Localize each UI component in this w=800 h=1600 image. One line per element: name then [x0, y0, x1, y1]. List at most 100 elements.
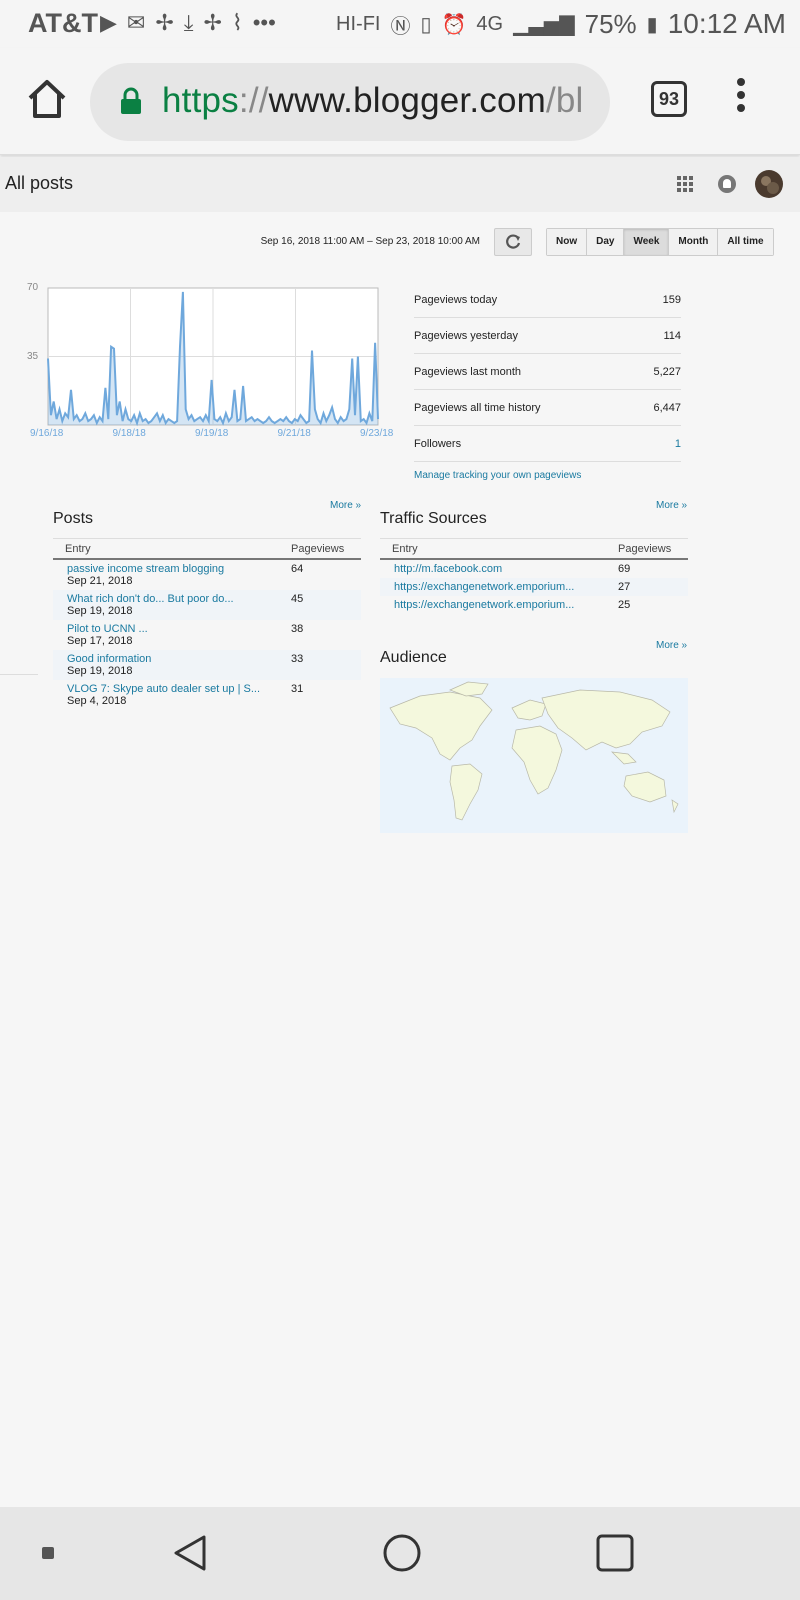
posts-table: Entry Pageviews passive income stream bl… [53, 538, 361, 710]
post-date: Sep 4, 2018 [67, 695, 127, 707]
lock-icon [121, 87, 141, 114]
recents-icon[interactable] [595, 1533, 635, 1573]
battery-icon: ▮ [646, 13, 658, 36]
stat-label: Pageviews yesterday [414, 329, 518, 342]
post-pageviews: 31 [291, 683, 304, 695]
audience-world-map [380, 678, 688, 833]
date-range: Sep 16, 2018 11:00 AM – Sep 23, 2018 10:… [260, 236, 480, 247]
download-icon: ⤓ [183, 10, 194, 35]
traffic-source-link[interactable]: http://m.facebook.com [394, 563, 618, 575]
back-icon[interactable] [170, 1533, 210, 1573]
stat-row: Pageviews last month 5,227 [414, 354, 681, 390]
post-date: Sep 19, 2018 [67, 665, 133, 677]
home-nav-icon[interactable] [382, 1533, 422, 1573]
broom-icon: ⌇ [231, 10, 243, 35]
traffic-source-link[interactable]: https://exchangenetwork.emporium... [394, 581, 618, 593]
stat-row: Pageviews all time history 6,447 [414, 390, 681, 426]
x-tick-label: 9/16/18 [30, 428, 64, 439]
more-menu-icon[interactable] [736, 78, 746, 118]
pinwheel-icon: ✢ [155, 10, 174, 35]
pinwheel-icon: ✢ [203, 10, 222, 35]
stat-label: Pageviews all time history [414, 401, 541, 414]
menu-dot-icon[interactable] [42, 1547, 54, 1559]
traffic-source-link[interactable]: https://exchangenetwork.emporium... [394, 599, 618, 611]
stat-label: Pageviews today [414, 293, 498, 306]
stat-label: Pageviews last month [414, 365, 521, 378]
audience-title: Audience [380, 649, 447, 666]
system-icons: HI-FI Ⓝ ▯ ⏰ 4G ▁▃▅▇ 75% ▮ 10:12 AM [336, 8, 786, 40]
overflow-icon: ••• [252, 10, 276, 35]
signal-icon: ▁▃▅▇ [513, 13, 575, 36]
post-title-link[interactable]: Good information [67, 653, 291, 665]
hifi-icon: HI-FI [336, 12, 381, 35]
refresh-button[interactable] [494, 228, 532, 256]
post-date: Sep 21, 2018 [67, 575, 133, 587]
traffic-title: Traffic Sources [380, 510, 487, 527]
table-row: What rich don't do... But poor do... Sep … [53, 590, 361, 620]
network-type-icon: 4G [476, 12, 504, 35]
divider [0, 674, 38, 675]
alarm-icon: ⏰ [441, 13, 467, 36]
posts-col-pageviews: Pageviews [291, 538, 361, 560]
home-icon[interactable] [26, 78, 68, 120]
nfc-icon: Ⓝ [390, 15, 411, 38]
address-bar[interactable]: https://www.blogger.com/bl [90, 63, 610, 141]
y-tick-label: 35 [27, 350, 39, 362]
post-title-link[interactable]: passive income stream blogging [67, 563, 291, 575]
play-icon: ▶ [100, 10, 117, 35]
post-pageviews: 33 [291, 650, 361, 680]
x-tick-label: 9/19/18 [195, 428, 229, 439]
post-date: Sep 19, 2018 [67, 605, 133, 617]
world-map-icon [389, 681, 679, 821]
refresh-icon [506, 234, 521, 249]
notification-icons: ▶ ✉ ✢ ⤓ ✢ ⌇ ••• [100, 10, 276, 36]
status-bar: AT&T ▶ ✉ ✢ ⤓ ✢ ⌇ ••• HI-FI Ⓝ ▯ ⏰ 4G ▁▃▅▇… [0, 0, 800, 48]
notifications-icon[interactable] [718, 175, 736, 193]
post-title-link[interactable]: VLOG 7: Skype auto dealer set up | S... [67, 683, 291, 695]
stat-value: 114 [663, 329, 681, 342]
battery-percent: 75% [584, 8, 637, 39]
x-tick-label: 9/23/18 [360, 428, 394, 439]
stat-row: Followers 1 [414, 426, 681, 462]
table-row: Pilot to UCNN ... Sep 17, 2018 38 [53, 620, 361, 650]
carrier-label: AT&T [28, 8, 98, 38]
stat-label: Followers [414, 437, 462, 450]
post-pageviews: 38 [291, 623, 304, 635]
table-row: Good information Sep 19, 2018 33 [53, 650, 361, 680]
manage-tracking-link[interactable]: Manage tracking your own pageviews [414, 470, 581, 481]
post-pageviews: 45 [291, 590, 361, 620]
traffic-col-pageviews: Pageviews [618, 538, 688, 560]
period-all-time-button[interactable]: All time [718, 229, 773, 255]
stat-row: Pageviews today 159 [414, 282, 681, 318]
stat-value: 5,227 [653, 365, 681, 378]
tab-switcher-button[interactable]: 93 [651, 81, 687, 117]
table-row: passive income stream blogging Sep 21, 20… [53, 559, 361, 590]
stat-value[interactable]: 1 [675, 438, 681, 450]
mail-icon: ✉ [126, 10, 146, 35]
post-title-link[interactable]: Pilot to UCNN ... [67, 623, 291, 635]
traffic-col-entry: Entry [380, 538, 618, 560]
traffic-pageviews: 27 [618, 578, 688, 596]
period-day-button[interactable]: Day [587, 229, 625, 255]
apps-grid-icon[interactable] [677, 176, 693, 192]
avatar[interactable] [755, 170, 783, 198]
posts-more-link[interactable]: More » [330, 500, 361, 511]
page-title: All posts [5, 173, 74, 193]
traffic-table: Entry Pageviews http://m.facebook.com 69 h… [380, 538, 688, 614]
table-row: VLOG 7: Skype auto dealer set up | S... S… [53, 680, 361, 710]
pageview-stats: Pageviews today 159 Pageviews yesterday 114… [414, 282, 681, 462]
post-title-link[interactable]: What rich don't do... But poor do... [67, 593, 291, 605]
url-text: https://www.blogger.com/bl [162, 81, 584, 120]
post-pageviews: 64 [291, 563, 304, 575]
traffic-more-link[interactable]: More » [656, 500, 687, 511]
period-month-button[interactable]: Month [669, 229, 719, 255]
audience-more-link[interactable]: More » [656, 640, 687, 651]
posts-col-entry: Entry [53, 538, 291, 560]
period-selector: Now Day Week Month All time [546, 228, 774, 256]
table-row: https://exchangenetwork.emporium... 25 [380, 596, 688, 614]
stat-value: 6,447 [653, 401, 681, 414]
clock: 10:12 AM [667, 8, 786, 39]
period-now-button[interactable]: Now [547, 229, 588, 255]
traffic-pageviews: 25 [618, 599, 631, 611]
period-week-button[interactable]: Week [624, 229, 670, 255]
